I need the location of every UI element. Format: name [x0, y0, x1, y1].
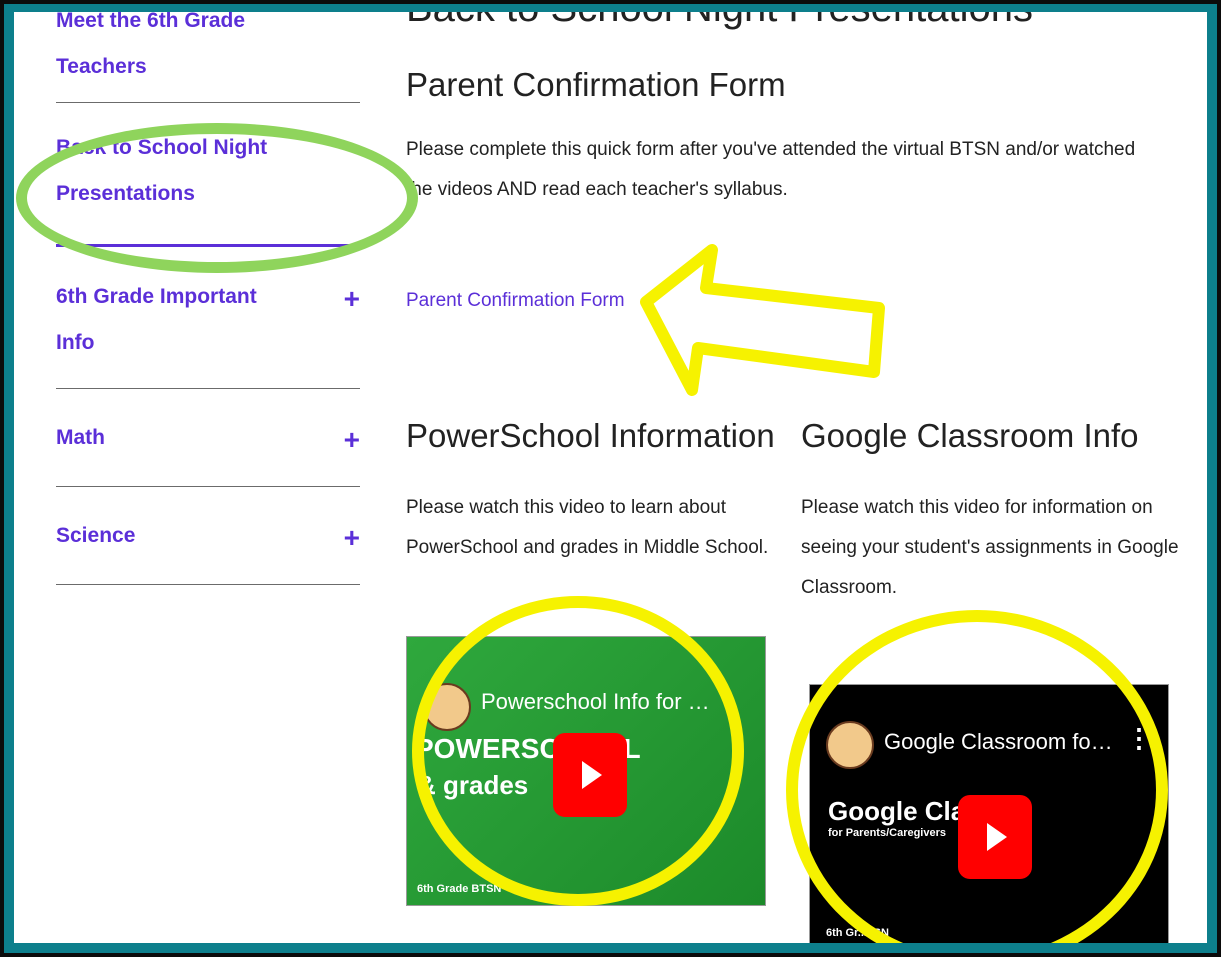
sidebar-item-science[interactable]: Science + — [56, 487, 360, 585]
google-classroom-video[interactable]: Google Classroom for ... ⋮ Google Clas f… — [809, 684, 1169, 943]
page-heading: Back to School Night Presentations — [406, 12, 1033, 31]
expand-plus-icon[interactable]: + — [344, 515, 360, 561]
sidebar-item-important-info[interactable]: 6th Grade Important Info + — [56, 246, 360, 389]
sidebar-item-meet-teachers[interactable]: Meet the 6th Grade Teachers — [56, 12, 360, 103]
highlight-yellow-arrow-icon — [640, 244, 885, 396]
sidebar-item-label: Science — [56, 524, 136, 547]
video-big-text: Google Clas — [828, 796, 980, 826]
powerschool-description: Please watch this video to learn about P… — [406, 497, 769, 558]
sidebar-item-math[interactable]: Math + — [56, 389, 360, 487]
video-title: Google Classroom for ... — [884, 729, 1114, 754]
sidebar-item-back-to-school[interactable]: Back to School Night Presentations — [56, 103, 360, 247]
video-big-text: & grades — [417, 770, 529, 800]
expand-plus-icon[interactable]: + — [344, 417, 360, 463]
google-classroom-title: Google Classroom Info — [801, 417, 1139, 454]
expand-plus-icon[interactable]: + — [344, 276, 360, 322]
play-button-icon[interactable] — [958, 795, 1032, 879]
video-footer-text: 6th Grade BTSN — [417, 883, 502, 895]
more-options-icon[interactable]: ⋮ — [1126, 725, 1152, 751]
parent-confirmation-form-link[interactable]: Parent Confirmation Form — [406, 290, 625, 312]
confirmation-description: Please complete this quick form after yo… — [406, 139, 1136, 200]
sidebar-item-label: Meet the 6th Grade Teachers — [56, 12, 246, 78]
sidebar-nav: Meet the 6th Grade Teachers Back to Scho… — [56, 12, 360, 585]
google-classroom-description: Please watch this video for information … — [801, 497, 1179, 598]
powerschool-title: PowerSchool Information — [406, 417, 775, 454]
sidebar-item-label: Back to School Night Presentations — [56, 136, 268, 205]
page-content: Meet the 6th Grade Teachers Back to Scho… — [14, 12, 1207, 943]
sidebar-item-label: 6th Grade Important Info — [56, 285, 257, 354]
sidebar-item-label: Math — [56, 426, 105, 449]
video-footer-text: 6th Gr...TSN — [826, 927, 889, 939]
video-sub-text: for Parents/Caregivers — [828, 827, 946, 839]
channel-avatar — [826, 721, 874, 769]
play-button-icon[interactable] — [553, 733, 627, 817]
powerschool-video[interactable]: Powerschool Info for 6... POWERSCHOOL & … — [406, 636, 766, 906]
confirmation-title: Parent Confirmation Form — [406, 66, 786, 103]
video-title: Powerschool Info for 6... — [481, 689, 711, 714]
channel-avatar — [423, 683, 471, 731]
